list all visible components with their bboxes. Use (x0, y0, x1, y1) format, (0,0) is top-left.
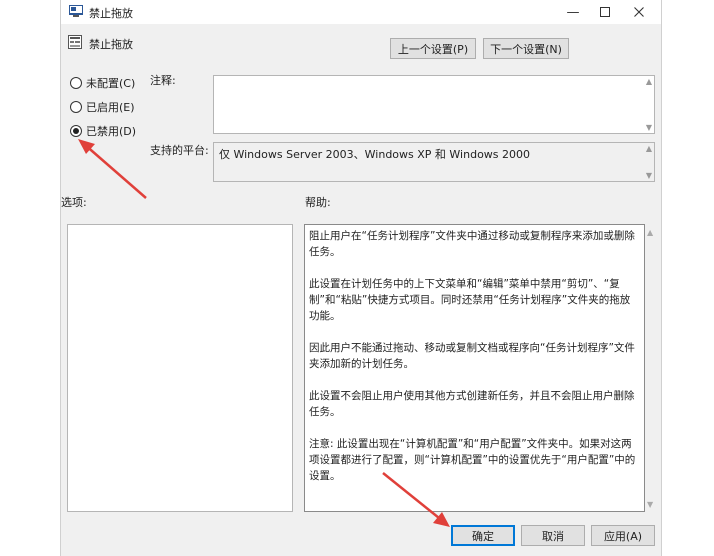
options-pane (67, 224, 293, 512)
minimize-button[interactable]: — (555, 0, 591, 24)
close-icon (634, 7, 644, 17)
help-section-label: 帮助: (305, 196, 331, 209)
policy-name: 禁止拖放 (89, 38, 133, 51)
title-bar: 禁止拖放 — (61, 0, 661, 24)
comment-label: 注释: (150, 74, 176, 87)
scroll-down-icon[interactable]: ▼ (646, 171, 652, 180)
help-paragraph: 此设置不会阻止用户使用其他方式创建新任务，并且不会阻止用户删除任务。 (309, 390, 635, 418)
radio-disabled[interactable]: 已禁用(D) (70, 123, 136, 139)
radio-circle-checked[interactable] (70, 125, 82, 137)
options-section-label: 选项: (61, 196, 87, 209)
minimize-icon: — (566, 4, 580, 20)
help-scroll-down-icon[interactable]: ▼ (647, 500, 653, 509)
platform-value: 仅 Windows Server 2003、Windows XP 和 Windo… (219, 148, 531, 161)
apply-button[interactable]: 应用(A) (591, 525, 655, 546)
radio-circle[interactable] (70, 101, 82, 113)
group-policy-icon (69, 5, 83, 17)
previous-setting-button[interactable]: 上一个设置(P) (390, 38, 476, 59)
supported-platform-field: 仅 Windows Server 2003、Windows XP 和 Windo… (213, 142, 655, 182)
help-paragraph: 因此用户不能通过拖动、移动或复制文档或程序向“任务计划程序”文件夹添加新的计划任… (309, 342, 635, 370)
window-title: 禁止拖放 (89, 7, 133, 20)
policy-setting-icon (68, 35, 82, 49)
maximize-button[interactable] (587, 0, 623, 24)
radio-label: 未配置(C) (86, 77, 136, 90)
next-setting-button[interactable]: 下一个设置(N) (483, 38, 569, 59)
radio-label: 已启用(E) (86, 101, 135, 114)
radio-not-configured[interactable]: 未配置(C) (70, 75, 135, 91)
help-text-pane[interactable]: 阻止用户在“任务计划程序”文件夹中通过移动或复制程序来添加或删除任务。 此设置在… (304, 224, 645, 512)
cancel-button[interactable]: 取消 (521, 525, 585, 546)
policy-dialog-window: 禁止拖放 — 禁止拖放 上一个设置(P) 下一个设置(N) 未配置(C) 已启用… (60, 0, 662, 556)
platform-label: 支持的平台: (150, 144, 209, 157)
help-paragraph: 注意: 此设置出现在“计算机配置”和“用户配置”文件夹中。如果对这两项设置都进行… (309, 438, 636, 482)
radio-label: 已禁用(D) (86, 125, 137, 138)
help-paragraph: 此设置在计划任务中的上下文菜单和“编辑”菜单中禁用“剪切”、“复制”和“粘贴”快… (309, 278, 631, 322)
scroll-up-icon[interactable]: ▲ (646, 144, 652, 153)
maximize-icon (600, 7, 610, 17)
radio-enabled[interactable]: 已启用(E) (70, 99, 135, 115)
scroll-down-icon[interactable]: ▼ (646, 123, 652, 132)
comment-textarea[interactable]: ▲ ▼ (213, 75, 655, 134)
help-paragraph: 阻止用户在“任务计划程序”文件夹中通过移动或复制程序来添加或删除任务。 (309, 230, 635, 258)
close-button[interactable] (621, 0, 657, 24)
scroll-up-icon[interactable]: ▲ (646, 77, 652, 86)
radio-circle[interactable] (70, 77, 82, 89)
ok-button[interactable]: 确定 (451, 525, 515, 546)
help-scroll-up-icon[interactable]: ▲ (647, 228, 653, 237)
